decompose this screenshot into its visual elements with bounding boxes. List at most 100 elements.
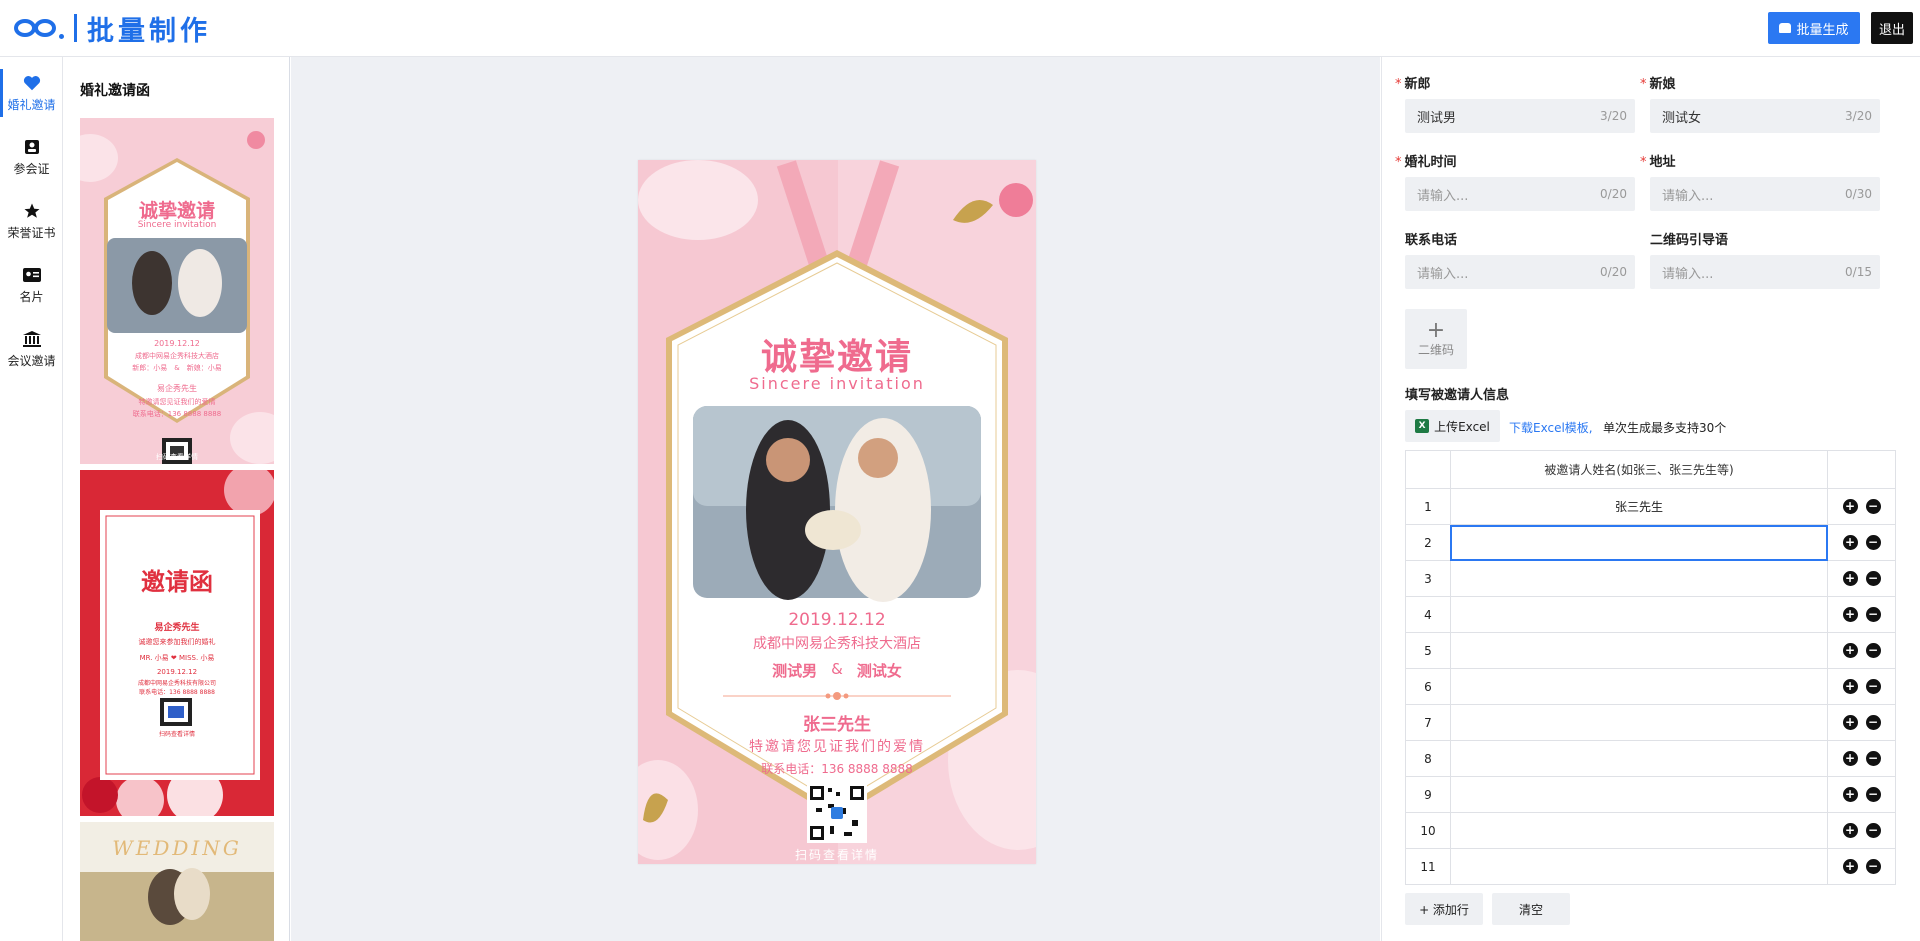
template-1-venue: 成都中网易企秀科技大酒店 <box>135 352 219 360</box>
add-row-icon[interactable]: + <box>1842 499 1858 514</box>
row-actions: + − <box>1827 812 1896 849</box>
remove-row-icon[interactable]: − <box>1865 823 1881 838</box>
table-row: 7 + − <box>1405 704 1896 741</box>
add-row-icon[interactable]: + <box>1842 823 1858 838</box>
batch-generate-button[interactable]: 批量生成 <box>1768 12 1860 44</box>
template-card-1[interactable]: 诚挚邀请 Sincere invitation 2019.12.12 成都中网易… <box>80 118 274 464</box>
add-row-icon[interactable]: + <box>1842 859 1858 874</box>
phone-input[interactable]: 请输入... 0/20 <box>1405 255 1635 289</box>
invitee-name-cell[interactable] <box>1449 704 1829 741</box>
invitation-background <box>638 160 1036 864</box>
invitation-couple: 测试男 & 测试女 <box>638 660 1036 681</box>
invitee-name-cell[interactable] <box>1449 524 1829 561</box>
nav-item-meeting[interactable]: 会议邀请 <box>0 325 63 381</box>
remove-row-icon[interactable]: − <box>1865 643 1881 658</box>
groom-input-value: 测试男 <box>1417 110 1457 126</box>
clear-button[interactable]: 清空 <box>1492 893 1570 925</box>
qr-tip-input[interactable]: 请输入... 0/15 <box>1650 255 1880 289</box>
bride-input[interactable]: 测试女 3/20 <box>1650 99 1880 133</box>
remove-row-icon[interactable]: − <box>1865 607 1881 622</box>
invitee-name-cell[interactable] <box>1449 668 1829 705</box>
template-1-couple: 新郎：小易 & 新娘：小易 <box>132 364 222 372</box>
invitee-name-cell[interactable] <box>1449 776 1829 813</box>
qr-tip-placeholder: 请输入... <box>1662 266 1714 282</box>
row-index: 11 <box>1405 848 1451 885</box>
invitee-name-cell[interactable] <box>1449 596 1829 633</box>
remove-row-icon[interactable]: − <box>1865 751 1881 766</box>
exit-button[interactable]: 退出 <box>1871 12 1913 44</box>
nav-item-card[interactable]: 名片 <box>0 261 63 317</box>
add-row-icon[interactable]: + <box>1842 643 1858 658</box>
invitee-name-cell[interactable] <box>1449 812 1829 849</box>
row-actions: + − <box>1827 524 1896 561</box>
invitee-name-cell[interactable] <box>1449 740 1829 777</box>
add-row-icon[interactable]: + <box>1842 715 1858 730</box>
upload-excel-label: 上传Excel <box>1434 419 1490 434</box>
remove-row-icon[interactable]: − <box>1865 679 1881 694</box>
excel-icon: X <box>1415 419 1430 433</box>
qr-upload-label: 二维码 <box>1417 342 1454 357</box>
remove-row-icon[interactable]: − <box>1865 535 1881 550</box>
add-row-icon[interactable]: + <box>1842 535 1858 550</box>
row-index: 8 <box>1405 740 1451 777</box>
star-icon <box>22 201 42 221</box>
add-row-icon[interactable]: + <box>1842 787 1858 802</box>
invitation-guest: 张三先生 <box>803 715 871 735</box>
address-input[interactable]: 请输入... 0/30 <box>1650 177 1880 211</box>
wedding-time-input[interactable]: 请输入... 0/20 <box>1405 177 1635 211</box>
address-char-count: 0/30 <box>1845 187 1872 201</box>
download-template-link[interactable]: 下载Excel模板, <box>1509 419 1593 436</box>
remove-row-icon[interactable]: − <box>1865 571 1881 586</box>
nav-label-pass: 参会证 <box>13 162 50 176</box>
row-actions: + − <box>1827 776 1896 813</box>
invitee-name-cell[interactable] <box>1449 848 1829 885</box>
template-2-couple: MR. 小易 ❤ MISS. 小易 <box>139 654 215 662</box>
remove-row-icon[interactable]: − <box>1865 499 1881 514</box>
add-row-icon[interactable]: + <box>1842 679 1858 694</box>
nav-label-card: 名片 <box>19 290 44 304</box>
template-2-phone: 联系电话：136 8888 8888 <box>139 689 215 696</box>
wedding-time-char-count: 0/20 <box>1600 187 1627 201</box>
table-row: 1 张三先生 + − <box>1405 488 1896 525</box>
template-2-venue: 成都中网易企秀科技有限公司 <box>137 680 216 687</box>
invitee-name-cell[interactable] <box>1449 632 1829 669</box>
category-nav: 婚礼邀请 参会证 荣誉证书 名片 会议邀请 <box>0 57 63 941</box>
invitee-name-cell[interactable] <box>1449 560 1829 597</box>
remove-row-icon[interactable]: − <box>1865 715 1881 730</box>
add-row-icon[interactable]: + <box>1842 751 1858 766</box>
remove-row-icon[interactable]: − <box>1865 859 1881 874</box>
add-row-icon[interactable]: + <box>1842 607 1858 622</box>
remove-row-icon[interactable]: − <box>1865 787 1881 802</box>
row-index: 5 <box>1405 632 1451 669</box>
template-1-subtitle: Sincere invitation <box>137 220 217 230</box>
upload-excel-button[interactable]: X 上传Excel <box>1405 410 1500 442</box>
bride-label: * 新娘 <box>1640 77 1676 92</box>
nav-item-wedding[interactable]: 婚礼邀请 <box>0 69 63 125</box>
app-logo[interactable]: 批量制作 <box>12 10 211 47</box>
row-index: 6 <box>1405 668 1451 705</box>
row-actions: + − <box>1827 560 1896 597</box>
batch-generate-label: 批量生成 <box>1796 22 1849 38</box>
invitee-table: 被邀请人姓名(如张三、张三先生等) 1 张三先生 + −2 + −3 + −4 + −5 + −6 + −… <box>1405 450 1896 885</box>
template-2-line1: 诚邀您来参加我们的婚礼 <box>138 638 216 646</box>
row-actions: + − <box>1827 632 1896 669</box>
badge-icon <box>22 137 42 157</box>
invitee-name-cell[interactable]: 张三先生 <box>1449 488 1829 525</box>
heart-icon <box>22 73 42 93</box>
groom-input[interactable]: 测试男 3/20 <box>1405 99 1635 133</box>
nav-item-pass[interactable]: 参会证 <box>0 133 63 189</box>
nav-label-wedding: 婚礼邀请 <box>7 98 56 112</box>
row-actions: + − <box>1827 668 1896 705</box>
invitation-phone: 联系电话：136 8888 8888 <box>761 762 913 776</box>
add-row-icon[interactable]: + <box>1842 571 1858 586</box>
invitation-preview[interactable]: 诚挚邀请 Sincere invitation 2019.12.12 成都中网易… <box>638 160 1036 864</box>
address-label: * 地址 <box>1640 155 1676 170</box>
phone-placeholder: 请输入... <box>1417 266 1469 282</box>
table-row: 6 + − <box>1405 668 1896 705</box>
template-card-3[interactable]: WEDDING <box>80 822 274 941</box>
template-card-2[interactable]: 邀请函 易企秀先生 诚邀您来参加我们的婚礼 MR. 小易 ❤ MISS. 小易 … <box>80 470 274 816</box>
nav-item-certificate[interactable]: 荣誉证书 <box>0 197 63 253</box>
add-row-button[interactable]: + 添加行 <box>1405 893 1483 925</box>
table-header-row: 被邀请人姓名(如张三、张三先生等) <box>1405 450 1896 489</box>
qr-upload-button[interactable]: + 二维码 <box>1405 309 1467 369</box>
